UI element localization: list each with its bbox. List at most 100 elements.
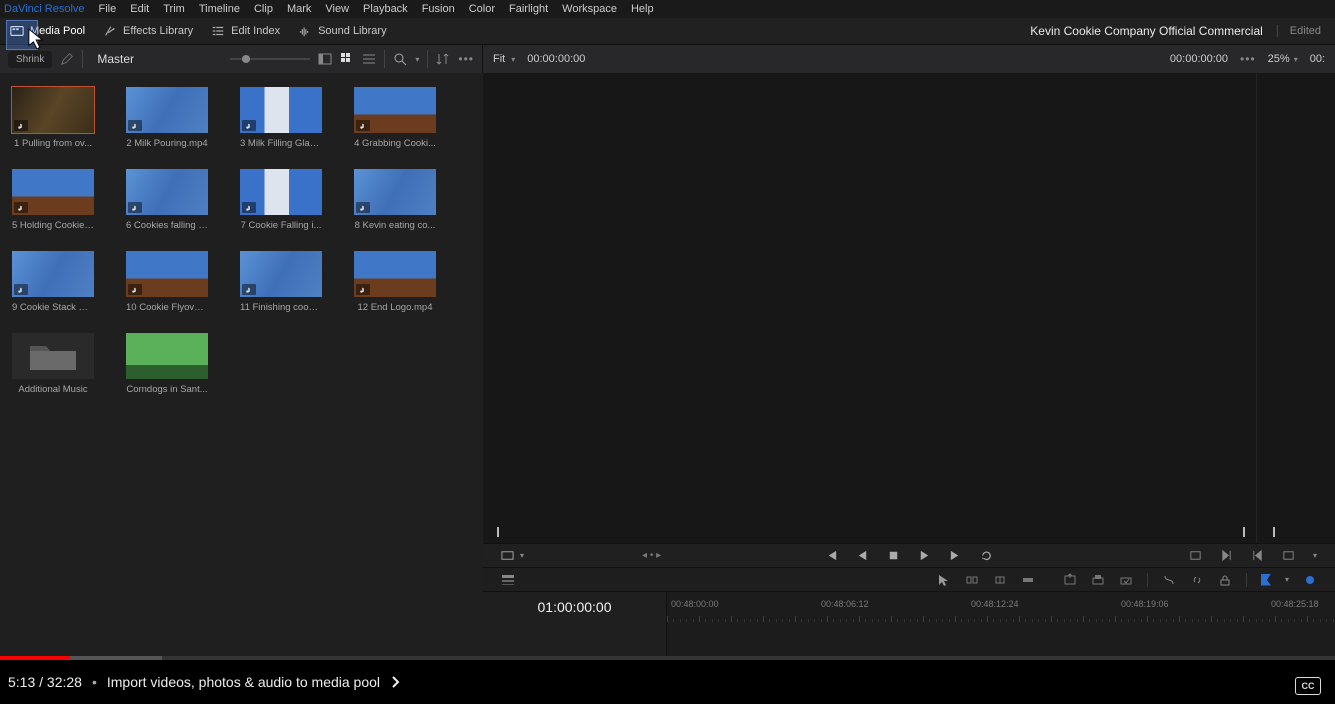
sound-library-button[interactable]: Sound Library bbox=[298, 24, 387, 38]
clip-item[interactable]: 10 Cookie Flyover... bbox=[126, 251, 208, 313]
single-viewer-icon[interactable] bbox=[1282, 549, 1295, 562]
source-viewer[interactable] bbox=[483, 73, 1335, 543]
clip-item[interactable]: Additional Music bbox=[12, 333, 94, 395]
arrow-tool-icon[interactable] bbox=[937, 573, 951, 587]
audio-badge-icon bbox=[14, 284, 28, 295]
timeline-view-options-icon[interactable] bbox=[501, 573, 515, 587]
play-reverse-icon[interactable] bbox=[856, 549, 869, 562]
loop-icon[interactable] bbox=[980, 549, 993, 562]
viewer-mode-icon[interactable] bbox=[501, 549, 514, 562]
clip-item[interactable]: 2 Milk Pouring.mp4 bbox=[126, 87, 208, 149]
timeline-zoom-combo[interactable]: 25%▾ bbox=[1268, 53, 1298, 65]
clip-item[interactable]: 6 Cookies falling f... bbox=[126, 169, 208, 231]
effects-library-button[interactable]: Effects Library bbox=[103, 24, 193, 38]
ruler-label: 00:48:06:12 bbox=[821, 599, 869, 609]
dynamic-trim-icon[interactable] bbox=[993, 573, 1007, 587]
clip-item[interactable]: 9 Cookie Stack Gr... bbox=[12, 251, 94, 313]
menu-mark[interactable]: Mark bbox=[287, 3, 311, 15]
edit-index-button[interactable]: Edit Index bbox=[211, 24, 280, 38]
metadata-view-icon[interactable] bbox=[318, 52, 332, 66]
audio-badge-icon bbox=[14, 202, 28, 213]
menu-view[interactable]: View bbox=[325, 3, 349, 15]
overwrite-clip-icon[interactable] bbox=[1091, 573, 1105, 587]
insert-clip-icon[interactable] bbox=[1063, 573, 1077, 587]
menu-trim[interactable]: Trim bbox=[163, 3, 185, 15]
pencil-icon[interactable] bbox=[60, 52, 74, 66]
clip-thumbnail bbox=[126, 251, 208, 297]
last-frame-icon[interactable] bbox=[949, 549, 962, 562]
menu-edit[interactable]: Edit bbox=[130, 3, 149, 15]
track-area[interactable] bbox=[667, 622, 1335, 660]
video-chapter[interactable]: Import videos, photos & audio to media p… bbox=[107, 674, 380, 690]
bin-path[interactable]: Master bbox=[91, 52, 222, 66]
trim-tool-icon[interactable] bbox=[965, 573, 979, 587]
audio-badge-icon bbox=[356, 120, 370, 131]
next-edit-icon[interactable] bbox=[1220, 549, 1233, 562]
options-icon[interactable]: ••• bbox=[458, 52, 474, 66]
clip-item[interactable]: 4 Grabbing Cooki... bbox=[354, 87, 436, 149]
thumbnail-size-slider[interactable] bbox=[230, 58, 310, 60]
menu-fusion[interactable]: Fusion bbox=[422, 3, 455, 15]
mark-icon bbox=[1273, 527, 1275, 537]
thumbnail-view-icon[interactable] bbox=[340, 52, 354, 66]
clip-item[interactable]: 3 Milk Filling Glas... bbox=[240, 87, 322, 149]
clip-thumbnail bbox=[126, 333, 208, 379]
lock-icon[interactable] bbox=[1218, 573, 1232, 587]
play-icon[interactable] bbox=[918, 549, 931, 562]
audio-badge-icon bbox=[128, 202, 142, 213]
list-view-icon[interactable] bbox=[362, 52, 376, 66]
menu-clip[interactable]: Clip bbox=[254, 3, 273, 15]
ruler-label: 00:48:00:00 bbox=[671, 599, 719, 609]
clip-item[interactable]: 12 End Logo.mp4 bbox=[354, 251, 436, 313]
ruler-label: 00:48:19:06 bbox=[1121, 599, 1169, 609]
viewer-zoom-combo[interactable]: Fit▾ bbox=[493, 53, 515, 65]
audio-badge-icon bbox=[242, 202, 256, 213]
prev-edit-icon[interactable] bbox=[1251, 549, 1264, 562]
shrink-button[interactable]: Shrink bbox=[8, 51, 52, 68]
menu-file[interactable]: File bbox=[99, 3, 117, 15]
menu-color[interactable]: Color bbox=[469, 3, 495, 15]
menu-workspace[interactable]: Workspace bbox=[562, 3, 617, 15]
clip-item[interactable]: 11 Finishing cooki... bbox=[240, 251, 322, 313]
audio-badge-icon bbox=[356, 284, 370, 295]
blade-edit-icon[interactable] bbox=[1162, 573, 1176, 587]
clip-item[interactable]: 1 Pulling from ov... bbox=[12, 87, 94, 149]
project-status: Edited bbox=[1277, 25, 1321, 37]
effects-icon bbox=[103, 24, 117, 38]
stop-icon[interactable] bbox=[887, 549, 900, 562]
transport-bar: ▾ ◂ • ▸ ▾ bbox=[483, 543, 1335, 567]
ruler-label: 00:48:12:24 bbox=[971, 599, 1019, 609]
clip-name: 10 Cookie Flyover... bbox=[126, 302, 208, 313]
menu-playback[interactable]: Playback bbox=[363, 3, 408, 15]
sort-icon[interactable] bbox=[436, 52, 450, 66]
menu-timeline[interactable]: Timeline bbox=[199, 3, 240, 15]
blade-tool-icon[interactable] bbox=[1021, 573, 1035, 587]
clip-name: 11 Finishing cooki... bbox=[240, 302, 322, 313]
marker-flag-icon[interactable] bbox=[1261, 574, 1271, 586]
clip-thumbnail bbox=[126, 169, 208, 215]
sound-library-label: Sound Library bbox=[318, 25, 387, 37]
first-frame-icon[interactable] bbox=[825, 549, 838, 562]
clip-thumbnail bbox=[12, 251, 94, 297]
subbar: Shrink Master ▾ ••• Fit▾ 00:00:00:00 00:… bbox=[0, 45, 1335, 73]
effects-library-label: Effects Library bbox=[123, 25, 193, 37]
clip-item[interactable]: Corndogs in Sant... bbox=[126, 333, 208, 395]
replace-clip-icon[interactable] bbox=[1119, 573, 1133, 587]
match-frame-icon[interactable] bbox=[1189, 549, 1202, 562]
search-icon[interactable] bbox=[393, 52, 407, 66]
clip-item[interactable]: 5 Holding Cookie ... bbox=[12, 169, 94, 231]
closed-captions-button[interactable]: CC bbox=[1295, 677, 1321, 695]
search-chevron-icon[interactable]: ▾ bbox=[415, 55, 419, 64]
timeline-timecode[interactable]: 01:00:00:00 bbox=[483, 592, 667, 622]
viewer-options-icon[interactable]: ••• bbox=[1240, 52, 1256, 66]
menu-fairlight[interactable]: Fairlight bbox=[509, 3, 548, 15]
menu-help[interactable]: Help bbox=[631, 3, 654, 15]
clip-thumbnail bbox=[354, 251, 436, 297]
timeline-ruler[interactable]: 00:48:00:00 00:48:06:12 00:48:12:24 00:48:1… bbox=[667, 592, 1335, 622]
clip-item[interactable]: 8 Kevin eating co... bbox=[354, 169, 436, 231]
marker-dot-icon[interactable] bbox=[1303, 573, 1317, 587]
clip-item[interactable]: 7 Cookie Falling i... bbox=[240, 169, 322, 231]
link-icon[interactable] bbox=[1190, 573, 1204, 587]
track-headers[interactable] bbox=[483, 622, 667, 660]
jog-control[interactable]: ◂ • ▸ bbox=[642, 550, 661, 561]
